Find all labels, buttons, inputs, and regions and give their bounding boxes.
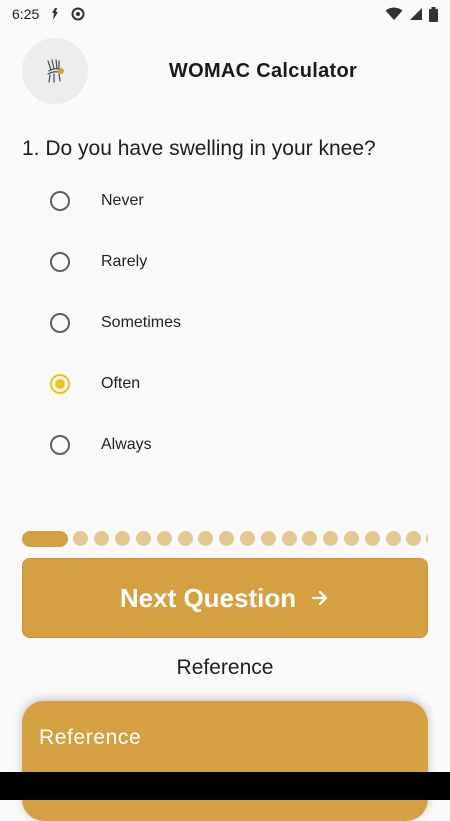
signal-icon [410, 8, 422, 20]
option-label: Rarely [101, 253, 148, 270]
arrow-right-icon [312, 590, 328, 606]
wifi-icon [385, 7, 403, 20]
option-label: Sometimes [101, 314, 182, 331]
progress-dot [115, 531, 130, 546]
radio-button[interactable] [50, 191, 70, 211]
progress-dot [426, 531, 428, 546]
sync-icon [71, 7, 85, 21]
progress-dot [198, 531, 213, 546]
data-saver-icon [52, 8, 59, 20]
radio-button[interactable] [50, 252, 70, 272]
progress-dot [157, 531, 172, 546]
app-logo [22, 38, 88, 104]
progress-dot [344, 531, 359, 546]
reference-sheet[interactable]: Reference [22, 701, 428, 821]
question-text: 1. Do you have swelling in your knee? [22, 137, 376, 160]
progress-dot [386, 531, 401, 546]
option-never[interactable]: Never [50, 181, 370, 221]
reference-link[interactable]: Reference [0, 656, 450, 680]
option-rarely[interactable]: Rarely [50, 242, 370, 282]
progress-dot [178, 531, 193, 546]
progress-dot [219, 531, 234, 546]
radio-button-selected[interactable] [50, 374, 70, 394]
option-always[interactable]: Always [50, 425, 370, 465]
progress-dot [73, 531, 88, 546]
option-label: Always [101, 436, 152, 453]
option-label: Never [101, 192, 144, 209]
progress-dot [136, 531, 151, 546]
radio-button[interactable] [50, 313, 70, 333]
status-time: 6:25 [12, 6, 40, 22]
question-progress [22, 531, 428, 547]
progress-dot [261, 531, 276, 546]
option-often[interactable]: Often [50, 364, 370, 404]
app-title: WOMAC Calculator [168, 60, 358, 82]
system-navigation-bar [0, 772, 450, 800]
status-bar: 6:25 [0, 0, 450, 28]
progress-dot [406, 531, 421, 546]
reference-sheet-title: Reference [39, 726, 142, 749]
option-sometimes[interactable]: Sometimes [50, 303, 370, 343]
knee-joint-icon [47, 59, 64, 83]
progress-dot [323, 531, 338, 546]
progress-dot [94, 531, 109, 546]
progress-dot [282, 531, 297, 546]
option-label: Often [101, 375, 141, 392]
progress-dot [240, 531, 255, 546]
progress-dot [302, 531, 317, 546]
battery-icon [429, 6, 438, 22]
next-question-label: Next Question [119, 582, 297, 613]
progress-dot [365, 531, 380, 546]
next-question-button[interactable]: Next Question [22, 558, 428, 638]
radio-button[interactable] [50, 435, 70, 455]
progress-current-step [22, 531, 68, 547]
